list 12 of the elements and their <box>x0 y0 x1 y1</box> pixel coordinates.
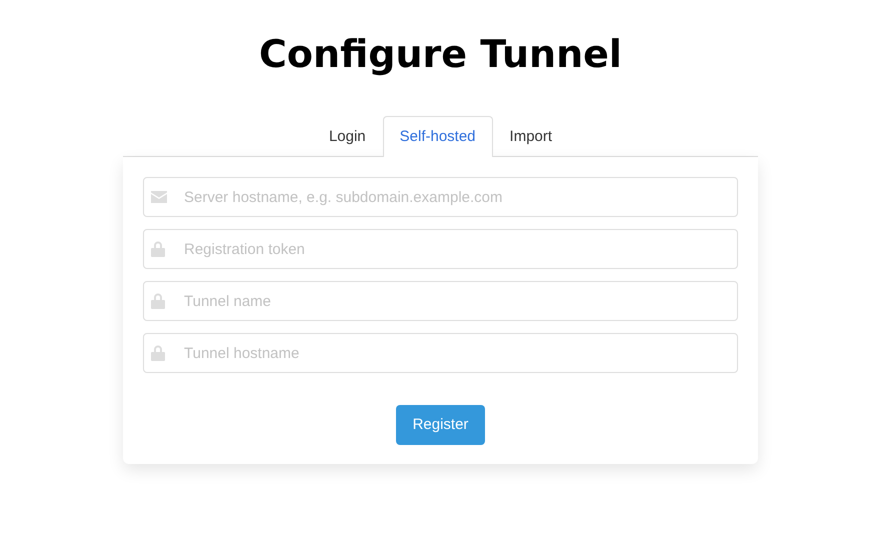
tab[interactable]: Login <box>312 116 383 157</box>
input-field[interactable]: Registration token <box>143 229 738 269</box>
lock-icon <box>151 241 165 257</box>
tab[interactable]: Self-hosted <box>382 116 493 157</box>
input-field[interactable]: Tunnel hostname <box>143 333 738 373</box>
input-field[interactable]: Server hostname, e.g. subdomain.example.com <box>143 177 738 217</box>
page-title: Configure Tunnel <box>258 31 623 78</box>
tab[interactable]: Import <box>492 116 570 157</box>
lock-icon <box>151 293 165 309</box>
envelope-icon <box>151 191 167 203</box>
input-field[interactable]: Tunnel name <box>143 281 738 321</box>
lock-icon <box>151 345 165 361</box>
